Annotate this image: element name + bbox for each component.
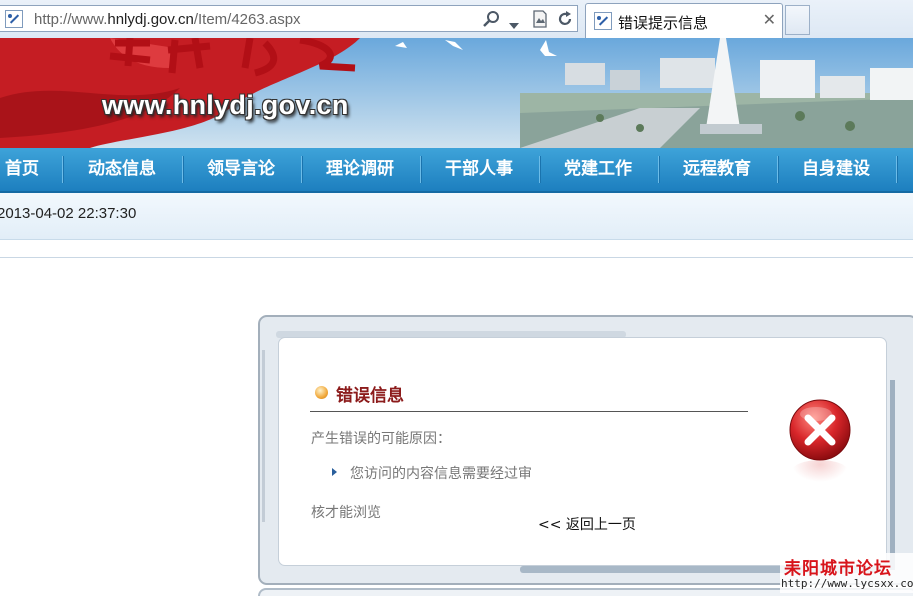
watermark-title: 耒阳城市论坛 bbox=[784, 559, 892, 579]
date-bar: 2013-04-02 22:37:30 bbox=[0, 193, 913, 240]
nav-separator bbox=[658, 156, 660, 183]
current-datetime: 2013-04-02 22:37:30 bbox=[0, 205, 137, 222]
nav-item-leaders[interactable]: 领导言论 bbox=[189, 148, 293, 191]
reason-label: 产生错误的可能原因： bbox=[311, 431, 451, 447]
nav-item-self-building[interactable]: 自身建设 bbox=[784, 148, 888, 191]
nav-item-theory[interactable]: 理论调研 bbox=[308, 148, 412, 191]
panel-decoration bbox=[262, 350, 265, 522]
address-url[interactable]: http://www.hnlydj.gov.cn/Item/4263.aspx bbox=[34, 11, 301, 28]
browser-tab[interactable]: 错误提示信息 ✕ bbox=[585, 3, 783, 38]
favicon-icon bbox=[5, 10, 23, 28]
divider bbox=[0, 257, 913, 258]
nav-separator bbox=[420, 156, 422, 183]
new-tab-button[interactable] bbox=[785, 5, 810, 35]
tab-favicon-icon bbox=[594, 12, 612, 30]
main-nav: 首页 动态信息 领导言论 理论调研 干部人事 党建工作 远程教育 自身建设 bbox=[0, 148, 913, 193]
reason-text: 您访问的内容信息需要经过审 bbox=[350, 466, 532, 482]
nav-item-personnel[interactable]: 干部人事 bbox=[427, 148, 531, 191]
error-x-icon bbox=[789, 399, 851, 461]
nav-separator bbox=[777, 156, 779, 183]
reason-text-continued: 核才能浏览 bbox=[311, 505, 381, 521]
close-icon[interactable]: ✕ bbox=[763, 10, 776, 29]
watermark-url: http://www.lycsxx.com bbox=[781, 577, 913, 590]
browser-toolbar: http://www.hnlydj.gov.cn/Item/4263.aspx … bbox=[0, 0, 913, 39]
search-icon[interactable] bbox=[483, 10, 501, 32]
site-banner: www.hnlydj.gov.cn bbox=[0, 38, 913, 148]
panel-decoration bbox=[890, 380, 895, 570]
orange-bullet-icon bbox=[315, 386, 328, 399]
nav-separator bbox=[896, 156, 898, 183]
nav-item-remote-education[interactable]: 远程教育 bbox=[665, 148, 769, 191]
tab-title: 错误提示信息 bbox=[618, 14, 709, 32]
nav-separator bbox=[301, 156, 303, 183]
dropdown-icon[interactable] bbox=[509, 16, 519, 34]
address-bar[interactable]: http://www.hnlydj.gov.cn/Item/4263.aspx bbox=[0, 5, 578, 32]
nav-item-home[interactable]: 首页 bbox=[0, 148, 48, 191]
icon-reflection bbox=[792, 460, 848, 482]
error-title: 错误信息 bbox=[336, 386, 404, 406]
back-link[interactable]: << 返回上一页 bbox=[538, 514, 636, 534]
compatibility-icon[interactable] bbox=[532, 10, 548, 32]
arrow-bullet-icon bbox=[332, 468, 337, 476]
nav-item-news[interactable]: 动态信息 bbox=[70, 148, 174, 191]
refresh-icon[interactable] bbox=[556, 10, 574, 32]
nav-item-party-building[interactable]: 党建工作 bbox=[546, 148, 650, 191]
nav-separator bbox=[62, 156, 64, 183]
site-url-logo: www.hnlydj.gov.cn bbox=[102, 90, 349, 120]
title-underline bbox=[310, 411, 748, 412]
nav-separator bbox=[539, 156, 541, 183]
nav-separator bbox=[182, 156, 184, 183]
